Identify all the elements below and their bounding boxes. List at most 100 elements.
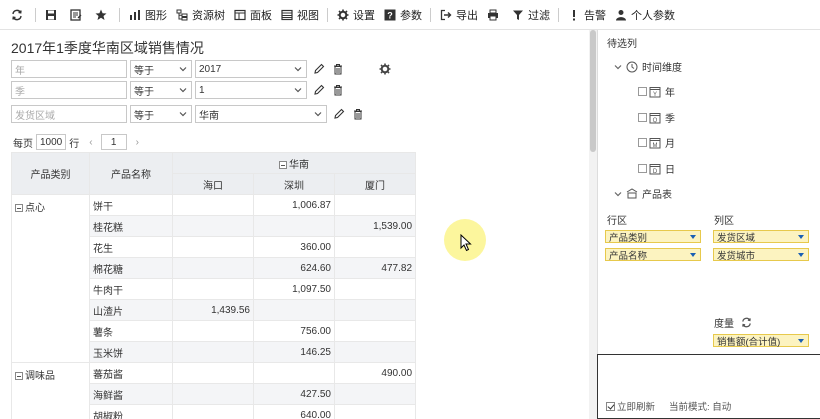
print-button[interactable] bbox=[482, 4, 507, 26]
row-unit-label: 行 bbox=[69, 138, 80, 150]
collapse-icon[interactable] bbox=[279, 160, 287, 169]
category-cell[interactable]: 调味品 bbox=[11, 362, 90, 419]
measure-label: 度量 bbox=[714, 319, 734, 330]
tree-node-product-table[interactable]: 产品表 bbox=[614, 186, 672, 201]
value-cell bbox=[253, 299, 335, 321]
params-button[interactable]: ? 参数 bbox=[379, 4, 426, 26]
category-cell[interactable]: 点心 bbox=[11, 194, 90, 363]
delete-filter-icon[interactable] bbox=[331, 83, 345, 97]
tree-label: 月 bbox=[665, 139, 675, 150]
product-cell: 玉米饼 bbox=[89, 341, 173, 363]
column-zone-label: 列区 bbox=[714, 216, 734, 227]
value-cell bbox=[172, 194, 254, 216]
dropdown-icon[interactable] bbox=[690, 235, 696, 239]
filter-button[interactable]: 过滤 bbox=[507, 4, 554, 26]
save-button[interactable] bbox=[40, 4, 65, 26]
row-field-pill[interactable]: 产品名称 bbox=[605, 248, 701, 262]
filter-row: 发货区域 等于 华南 bbox=[11, 105, 365, 123]
tree-node-day[interactable]: D 日 bbox=[638, 161, 675, 176]
col-header-city: 海口 bbox=[172, 173, 254, 195]
refresh-button[interactable] bbox=[6, 4, 31, 26]
chevron-down-icon bbox=[179, 112, 187, 117]
view-button[interactable]: 视图 bbox=[276, 4, 323, 26]
refresh-footer: 立即刷新 当前模式: 自动 bbox=[606, 399, 731, 413]
filter-value-select[interactable]: 2017 bbox=[195, 60, 307, 78]
row-field-pill[interactable]: 产品类别 bbox=[605, 230, 701, 244]
next-page-icon[interactable]: › bbox=[136, 137, 139, 148]
filter-field-input[interactable]: 季 bbox=[11, 81, 127, 99]
value-cell bbox=[333, 383, 417, 405]
favorite-button[interactable] bbox=[90, 4, 115, 26]
row-zone-label: 行区 bbox=[607, 216, 627, 227]
edit-filter-icon[interactable] bbox=[312, 62, 326, 76]
tree-node-time-dimension[interactable]: 时间维度 bbox=[614, 59, 682, 74]
checkbox[interactable] bbox=[638, 113, 647, 122]
filter-value-select[interactable]: 华南 bbox=[195, 105, 327, 123]
measure-field-pill[interactable]: 销售额(合计值) bbox=[713, 334, 809, 348]
filter-field-input[interactable]: 发货区域 bbox=[11, 105, 127, 123]
dropdown-icon[interactable] bbox=[798, 253, 804, 257]
save-as-icon bbox=[69, 8, 83, 22]
checkbox[interactable] bbox=[638, 164, 647, 173]
delete-filter-icon[interactable] bbox=[351, 107, 365, 121]
filter-icon bbox=[511, 8, 525, 22]
report-title: 2017年1季度华南区域销售情况 bbox=[11, 40, 204, 56]
scrollbar-thumb[interactable] bbox=[590, 30, 596, 152]
tree-node-quarter[interactable]: Q 季 bbox=[638, 110, 675, 125]
chevron-down-icon bbox=[614, 61, 622, 73]
save-as-button[interactable] bbox=[65, 4, 90, 26]
operator-value: 等于 bbox=[134, 65, 154, 77]
page-input[interactable]: 1 bbox=[100, 134, 127, 150]
filter-value: 2017 bbox=[199, 63, 222, 75]
toolbar-divider bbox=[119, 7, 120, 22]
filter-operator-select[interactable]: 等于 bbox=[130, 105, 192, 123]
filter-operator-select[interactable]: 等于 bbox=[130, 81, 192, 99]
checkbox[interactable] bbox=[638, 87, 647, 96]
per-page-input[interactable]: 1000 bbox=[36, 134, 67, 150]
pill-label: 销售额(合计值) bbox=[717, 336, 781, 348]
collapse-icon[interactable] bbox=[15, 372, 23, 380]
swap-icon[interactable] bbox=[741, 317, 752, 328]
personal-params-button[interactable]: 个人参数 bbox=[610, 4, 679, 26]
alert-button-label: 告警 bbox=[584, 9, 606, 22]
print-icon bbox=[486, 8, 500, 22]
tree-label: 年 bbox=[665, 88, 675, 99]
tree-node-month[interactable]: M 月 bbox=[638, 135, 675, 150]
chevron-down-icon bbox=[294, 88, 302, 93]
settings-button[interactable]: 设置 bbox=[332, 4, 379, 26]
filter-value-select[interactable]: 1 bbox=[195, 81, 307, 99]
filter-operator-select[interactable]: 等于 bbox=[130, 60, 192, 78]
export-button[interactable]: 导出 bbox=[435, 4, 482, 26]
resource-tree-button[interactable]: 资源树 bbox=[171, 4, 229, 26]
group-header[interactable]: 华南 bbox=[171, 152, 417, 174]
chart-button[interactable]: 图形 bbox=[124, 4, 171, 26]
value-cell bbox=[172, 215, 254, 237]
product-cell: 山渣片 bbox=[89, 299, 173, 321]
auto-refresh-checkbox[interactable] bbox=[606, 401, 615, 411]
calendar-quarter-icon: Q bbox=[649, 112, 661, 124]
toolbar: 图形 资源树 面板 视图 设置 ? 参数 导出 过滤 告警 个人参数 bbox=[0, 0, 820, 30]
dropdown-icon[interactable] bbox=[798, 339, 804, 343]
edit-filter-icon[interactable] bbox=[332, 107, 346, 121]
value-cell bbox=[172, 404, 254, 419]
checkbox[interactable] bbox=[638, 138, 647, 147]
dropdown-icon[interactable] bbox=[798, 235, 804, 239]
calendar-day-icon: D bbox=[649, 163, 661, 175]
chart-icon bbox=[128, 8, 142, 22]
collapse-icon[interactable] bbox=[15, 204, 23, 212]
dropdown-icon[interactable] bbox=[690, 253, 696, 257]
tree-label: 季 bbox=[665, 114, 675, 125]
column-field-pill[interactable]: 发货区域 bbox=[713, 230, 809, 244]
filter-field-input[interactable]: 年 bbox=[11, 60, 127, 78]
column-field-pill[interactable]: 发货城市 bbox=[713, 248, 809, 262]
icon-letter: D bbox=[653, 169, 658, 175]
panel-button[interactable]: 面板 bbox=[229, 4, 276, 26]
alert-button[interactable]: 告警 bbox=[563, 4, 610, 26]
prev-page-icon[interactable]: ‹ bbox=[89, 137, 92, 148]
edit-filter-icon[interactable] bbox=[312, 83, 326, 97]
gear-icon[interactable] bbox=[378, 62, 392, 76]
tree-label: 时间维度 bbox=[642, 63, 682, 74]
tree-node-year[interactable]: Y 年 bbox=[638, 84, 675, 99]
filter-row: 季 等于 1 bbox=[11, 81, 345, 99]
delete-filter-icon[interactable] bbox=[331, 62, 345, 76]
